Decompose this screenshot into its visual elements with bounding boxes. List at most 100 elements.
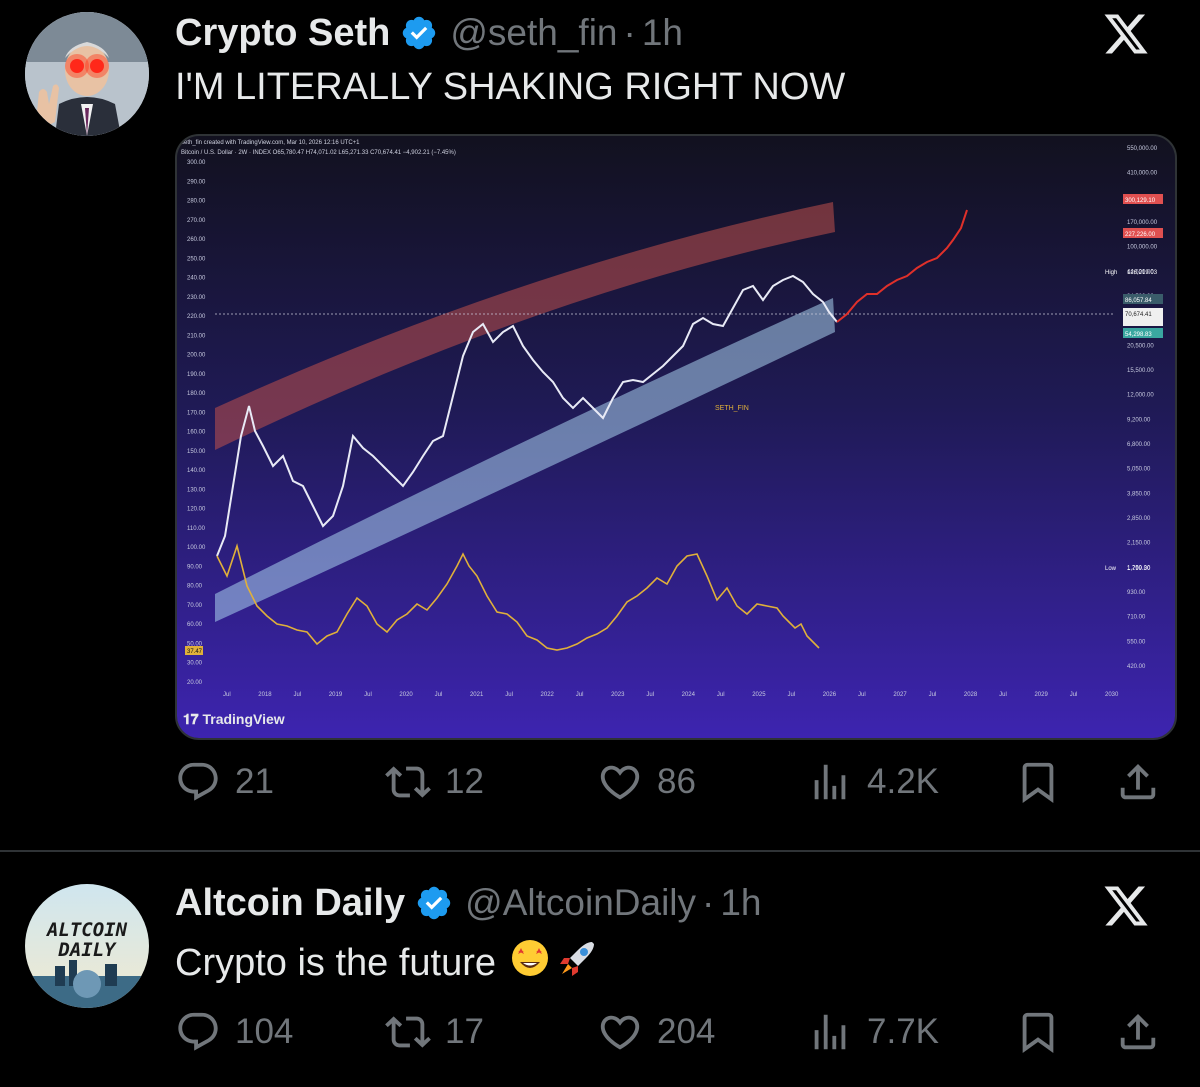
rsi-axis-label: 240.00 [187,276,206,282]
time-axis-label: Jul [364,692,372,698]
display-name[interactable]: Altcoin Daily [175,882,405,925]
price-axis-label: 930.00 [1127,590,1146,596]
avatar-image [25,12,149,136]
heart-icon [600,1015,640,1050]
time-axis-label: 2022 [541,692,555,698]
share-button[interactable] [1115,1002,1175,1062]
views-button[interactable]: 7.7K [807,1002,939,1062]
separator: · [623,12,636,53]
rsi-axis-label: 210.00 [187,333,206,339]
avatar-logo-text: ALTCOIN DAILY [25,920,149,960]
chart-header-line-2: Bitcoin / U.S. Dollar · 2W · INDEX O65,7… [181,150,456,156]
rsi-axis-label: 80.00 [187,584,203,590]
reply-count: 104 [235,1012,294,1051]
price-tag: 70,674.41 [1125,312,1152,318]
rsi-axis-label: 230.00 [187,295,206,301]
time-axis-label: Jul [505,692,513,698]
like-button[interactable]: 204 [597,1002,715,1062]
share-icon [1120,763,1156,800]
price-tag: 300,129.10 [1125,198,1156,204]
reply-button[interactable]: 104 [175,1002,293,1062]
time-axis-label: Jul [929,692,937,698]
tweet-header: Crypto Seth @seth_fin · 1h [175,10,683,56]
rsi-axis-label: 150.00 [187,449,206,455]
star-struck-emoji [510,938,550,988]
price-axis-label: 2,850.00 [1127,516,1151,522]
rsi-axis-label: 190.00 [187,372,206,378]
price-axis-label: 6,800.00 [1127,442,1151,448]
share-icon [1120,1013,1156,1050]
reply-button[interactable]: 21 [175,752,274,812]
rsi-axis-label: 70.00 [187,603,203,609]
rsi-axis-label: 20.00 [187,680,203,686]
repost-button[interactable]: 17 [385,1002,484,1062]
tradingview-logo-icon: 𝟏𝟕 [183,711,203,727]
time-axis-label: 2026 [823,692,837,698]
reply-icon [178,762,218,801]
price-axis-label: 9,200.00 [1127,417,1151,423]
price-axis-label: 170,000.00 [1127,220,1158,226]
repost-count: 12 [445,762,484,801]
rsi-axis-label: 180.00 [187,391,206,397]
like-count: 86 [657,762,696,801]
avatar-text-line: ALTCOIN [46,919,128,941]
price-tag: 227,226.00 [1125,232,1156,238]
time-axis-label: 2030 [1105,692,1119,698]
tweet[interactable]: ALTCOIN DAILY Altcoin Daily @AltcoinDail… [0,852,1200,1087]
handle[interactable]: @seth_fin [450,12,617,54]
bookmark-button[interactable] [1015,752,1075,812]
bookmark-button[interactable] [1015,1002,1075,1062]
tradingview-branding: 𝟏𝟕 TradingView [183,711,285,728]
avatar-text-line: DAILY [58,939,116,961]
price-axis-label: 5,050.00 [1127,467,1151,473]
time-axis-label: Jul [646,692,654,698]
tweet[interactable]: Crypto Seth @seth_fin · 1h I'M LITERALLY… [0,0,1200,850]
price-axis-label: 2,150.00 [1127,541,1151,547]
rsi-axis-label: 60.00 [187,622,203,628]
price-axis-label: 550.00 [1127,639,1146,645]
time-axis-label: 2019 [329,692,343,698]
tweet-header: Altcoin Daily @AltcoinDaily · 1h [175,880,762,926]
views-button[interactable]: 4.2K [807,752,939,812]
tweet-media-chart[interactable]: 550,000.00410,000.00310,000.00170,000.00… [175,134,1177,740]
time-axis-label: 2023 [611,692,625,698]
rsi-axis-label: 220.00 [187,314,206,320]
heart-icon [600,765,640,800]
rsi-axis-label: 110.00 [187,526,206,532]
rsi-axis-label: 170.00 [187,410,206,416]
price-axis-label: 410,000.00 [1127,171,1158,177]
display-name[interactable]: Crypto Seth [175,12,390,55]
like-count: 204 [657,1012,716,1051]
price-axis-label: 550,000.00 [1127,146,1158,152]
price-axis-label: 710.00 [1127,615,1146,621]
time-axis-label: Jul [717,692,725,698]
time-axis-label: Jul [999,692,1007,698]
low-label: Low [1105,566,1117,572]
high-label: High [1105,270,1117,276]
timestamp[interactable]: 1h [720,882,761,924]
price-axis-label: 3,850.00 [1127,491,1151,497]
reply-icon [178,1012,218,1051]
price-chart: 550,000.00410,000.00310,000.00170,000.00… [177,136,1175,738]
repost-icon [385,1016,431,1048]
like-button[interactable]: 86 [597,752,696,812]
timestamp[interactable]: 1h [642,12,683,54]
price-axis-label: 420.00 [1127,664,1146,670]
time-axis-label: 2021 [470,692,484,698]
tweet-text: I'M LITERALLY SHAKING RIGHT NOW [175,66,846,108]
price-axis-label: 15,500.00 [1127,368,1154,374]
repost-button[interactable]: 12 [385,752,484,812]
time-axis-label: 2027 [893,692,907,698]
rsi-axis-label: 130.00 [187,487,206,493]
avatar[interactable]: ALTCOIN DAILY [25,884,149,1008]
chart-watermark: SETH_FIN [715,405,749,412]
handle[interactable]: @AltcoinDaily [465,882,696,924]
share-button[interactable] [1115,752,1175,812]
time-axis-label: 2029 [1034,692,1048,698]
rsi-axis-label: 280.00 [187,199,206,205]
price-axis-label: 12,000.00 [1127,393,1154,399]
rsi-axis-label: 250.00 [187,256,206,262]
avatar[interactable] [25,12,149,136]
verified-badge-icon [415,884,453,922]
views-count: 7.7K [867,1012,939,1051]
